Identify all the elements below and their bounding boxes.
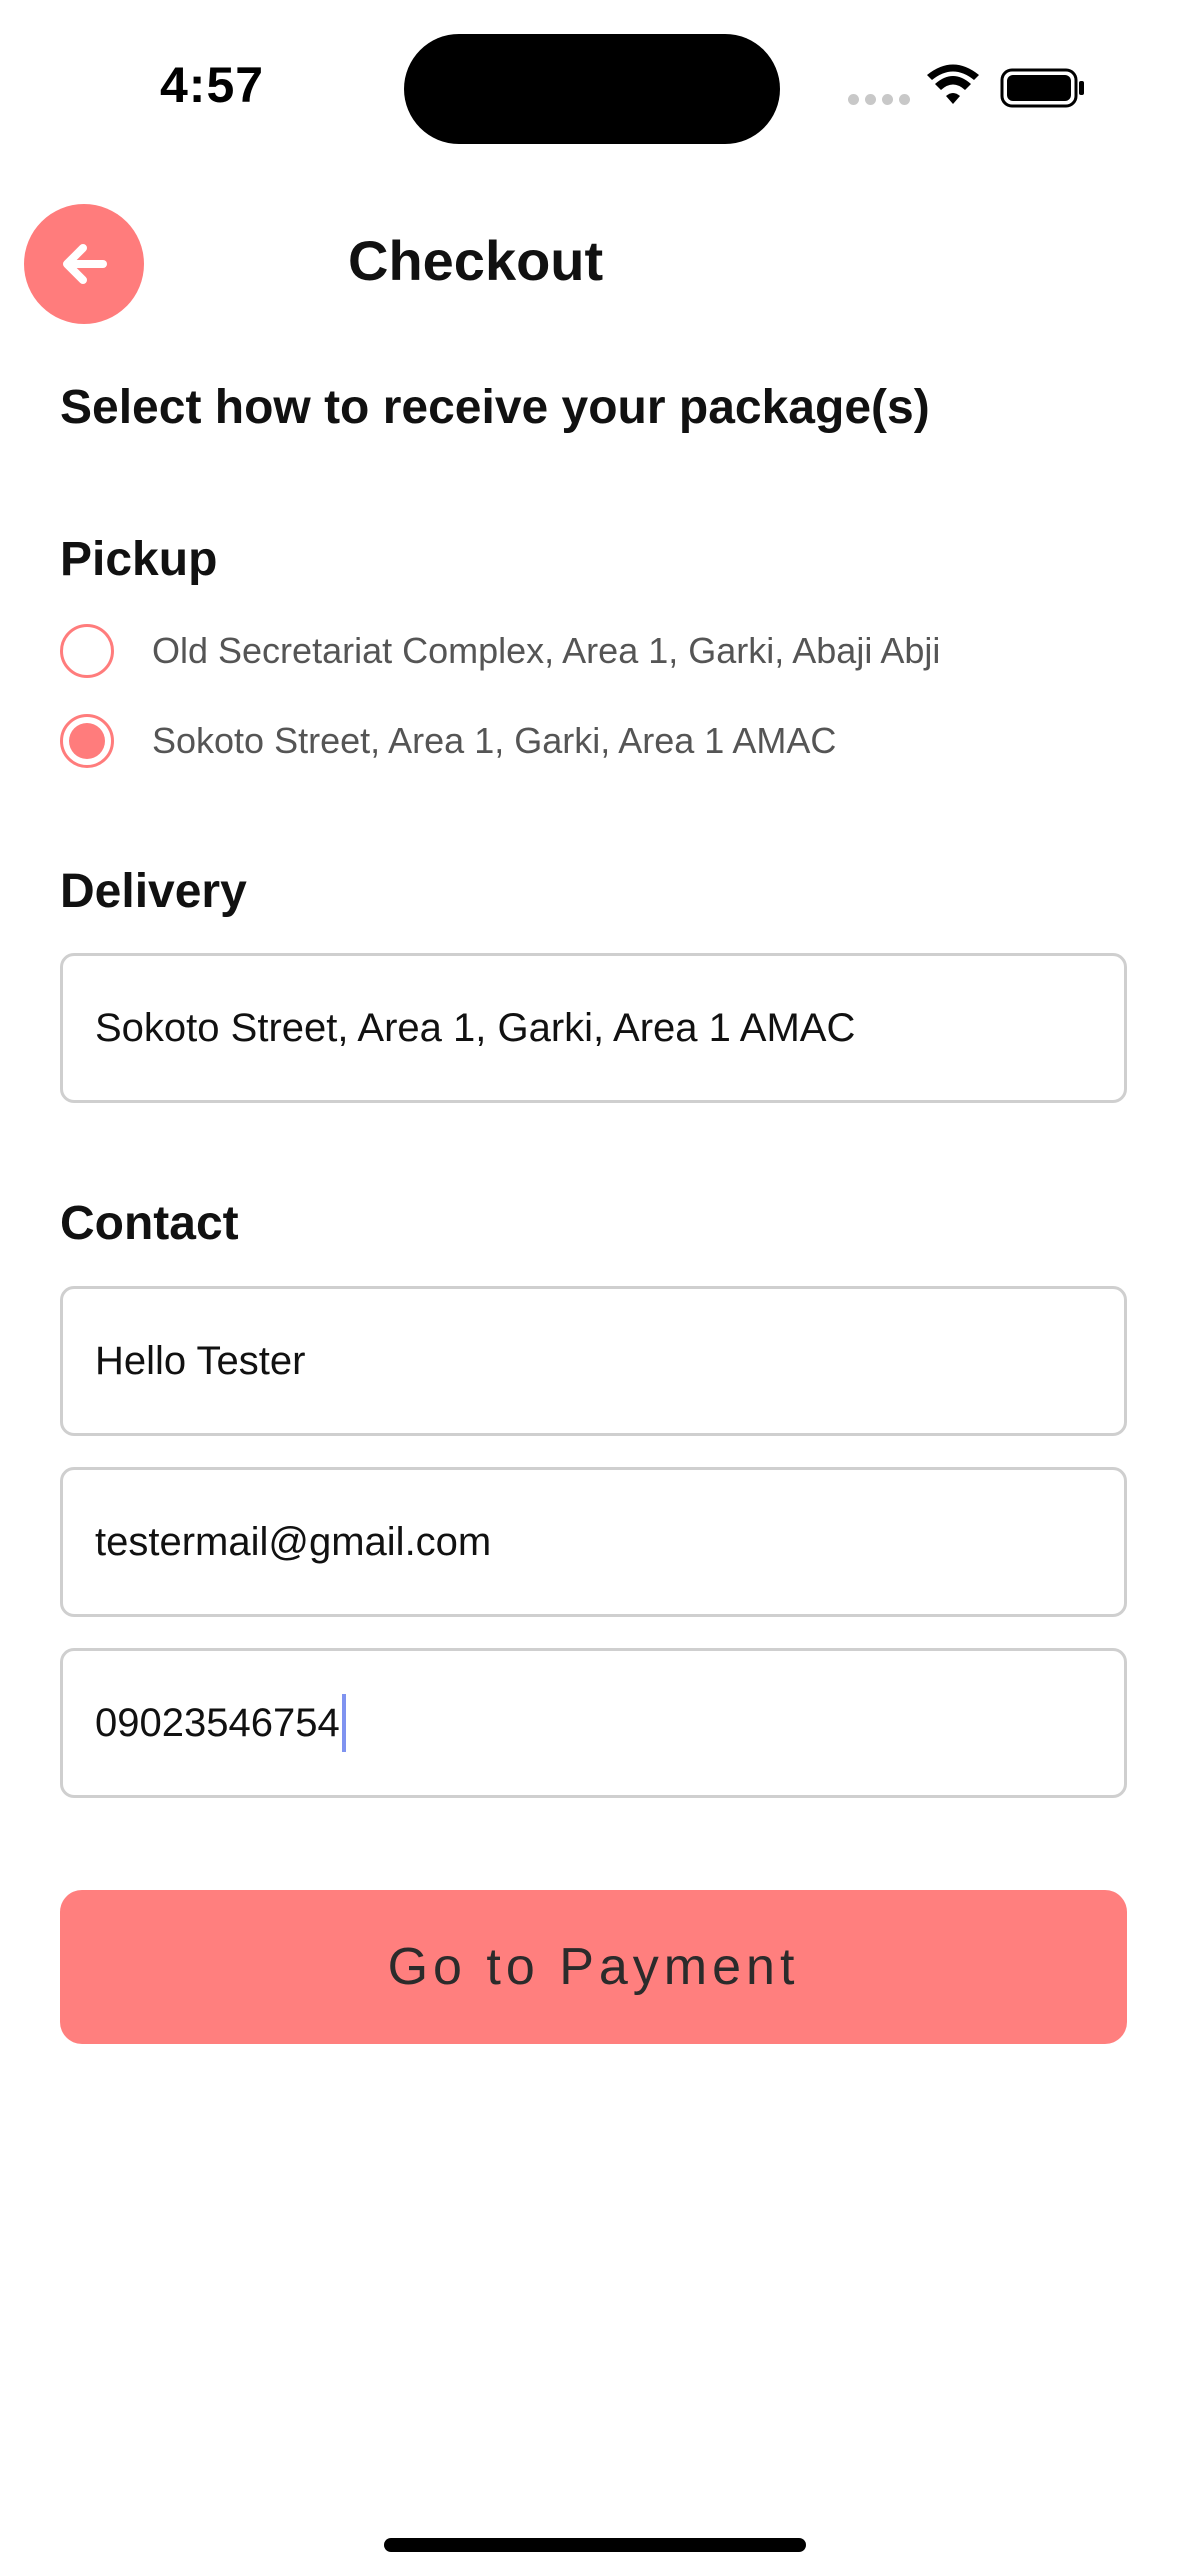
home-indicator: [384, 2538, 806, 2552]
phone-field[interactable]: 09023546754: [60, 1648, 1127, 1798]
go-to-payment-button[interactable]: Go to Payment: [60, 1890, 1127, 2044]
status-time: 4:57: [160, 57, 265, 113]
dynamic-island: [404, 34, 780, 144]
delivery-address-value: Sokoto Street, Area 1, Garki, Area 1 AMA…: [95, 1005, 856, 1050]
text-caret: [341, 1694, 346, 1752]
name-field[interactable]: Hello Tester: [60, 1286, 1127, 1436]
pickup-section-label: Pickup: [60, 533, 218, 586]
radio-selected-dot: [69, 723, 105, 759]
delivery-address-field[interactable]: Sokoto Street, Area 1, Garki, Area 1 AMA…: [60, 953, 1127, 1103]
pickup-option-sokoto-street[interactable]: Sokoto Street, Area 1, Garki, Area 1 AMA…: [60, 714, 836, 768]
email-field[interactable]: testermail@gmail.com: [60, 1467, 1127, 1617]
contact-section-label: Contact: [60, 1197, 239, 1250]
cellular-signal-icon: [848, 94, 910, 105]
arrow-left-icon: [63, 244, 107, 284]
phone-value: 09023546754: [95, 1700, 340, 1745]
pickup-option-old-secretariat[interactable]: Old Secretariat Complex, Area 1, Garki, …: [60, 624, 940, 678]
receive-method-heading: Select how to receive your package(s): [60, 381, 930, 434]
radio-button-selected[interactable]: [60, 714, 114, 768]
radio-button-unselected[interactable]: [60, 624, 114, 678]
page-title: Checkout: [348, 229, 604, 292]
email-value: testermail@gmail.com: [95, 1519, 492, 1564]
pickup-option-label: Sokoto Street, Area 1, Garki, Area 1 AMA…: [152, 720, 837, 761]
pickup-option-label: Old Secretariat Complex, Area 1, Garki, …: [152, 630, 941, 671]
checkout-screen: 4:57 Checkout Select how to receive your…: [0, 0, 1179, 2556]
delivery-section-label: Delivery: [60, 865, 247, 918]
name-value: Hello Tester: [95, 1338, 306, 1383]
back-button[interactable]: [24, 204, 144, 324]
wifi-icon: [927, 64, 979, 104]
battery-icon: [1000, 68, 1084, 108]
